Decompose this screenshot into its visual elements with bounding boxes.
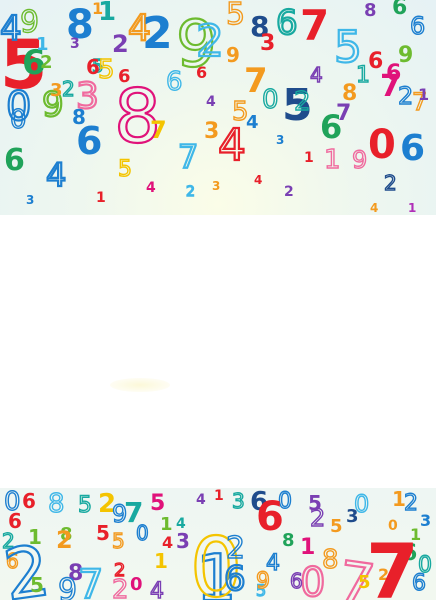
decorative-digit: 1 <box>96 190 106 206</box>
decorative-digit: 2 <box>398 82 413 110</box>
decorative-digit: 4 <box>218 120 246 171</box>
decorative-digit: 1 <box>160 514 173 535</box>
decorative-digit: 4 <box>0 9 22 49</box>
blank-content-area <box>0 215 436 488</box>
decorative-digit: 0 <box>6 84 31 130</box>
decorative-digit: 7 <box>78 562 103 600</box>
decorative-digit: 0 <box>262 85 279 115</box>
decorative-digit: 4 <box>370 201 378 215</box>
numbers-pattern-top: 58 12 42 9 5 8 6 7 58 661935 6876 62 97345 816 97062 36… <box>0 0 429 215</box>
decorative-digit: 0 <box>368 122 396 168</box>
decorative-digit: 3 <box>26 193 34 207</box>
decorative-digit: 0 <box>418 553 432 578</box>
decorative-digit: 6 <box>224 559 246 599</box>
numbers-pattern-bottom: 0 6 8 5 297 5 4 1 3 6 0 5 0 1262 8 562182 5 0 147 201341026… <box>0 488 433 600</box>
decorative-digit: 1 <box>304 150 314 166</box>
light-glow <box>110 378 170 392</box>
decorative-digit: 1 <box>214 488 224 504</box>
decorative-digit: 7 <box>336 101 351 126</box>
decorative-digit: 8 <box>48 489 65 519</box>
decorative-digit: 4 <box>254 173 262 187</box>
decorative-digit: 5 <box>78 493 92 518</box>
decorative-digit: 6 <box>276 3 298 43</box>
decorative-digit: 4 <box>206 94 216 110</box>
decorative-digit: 2 <box>310 504 325 532</box>
decorative-digit: 2 <box>142 8 173 59</box>
decorative-digit: 3 <box>176 529 190 553</box>
decorative-digit: 4 <box>176 516 186 532</box>
decorative-digit: 2 <box>294 87 311 117</box>
decorative-digit: 5 <box>150 491 165 516</box>
decorative-digit: 0 <box>130 574 143 595</box>
decorative-digit: 2 <box>112 575 129 600</box>
decorative-digit: 5 <box>226 0 245 32</box>
decorative-digit: 6 <box>4 143 25 178</box>
decorative-digit: 3 <box>276 133 284 147</box>
decorative-digit: 9 <box>226 43 240 67</box>
decorative-digit: 3 <box>50 80 63 101</box>
decorative-digit: 7 <box>178 138 198 176</box>
decorative-digit: 2 <box>284 184 294 200</box>
decorative-digit: 9 <box>256 569 270 594</box>
numbers-banner-top: 5812429586758661935687662973458169706236… <box>0 0 436 215</box>
decorative-digit: 6 <box>386 61 401 86</box>
decorative-digit: 1 <box>28 525 42 549</box>
decorative-digit: 3 <box>260 31 275 56</box>
decorative-digit: 2 <box>404 491 418 516</box>
decorative-digit: 0 <box>300 560 325 600</box>
decorative-digit: 4 <box>146 180 156 196</box>
decorative-digit: 5 <box>118 157 132 182</box>
decorative-digit: 6 <box>410 12 425 40</box>
decorative-digit: 8 <box>282 530 295 551</box>
decorative-digit: 1 <box>418 85 429 104</box>
decorative-digit: 7 <box>150 116 167 144</box>
decorative-digit: 1 <box>92 0 103 18</box>
decorative-digit: 7 <box>300 1 329 50</box>
decorative-digit: 6 <box>86 55 100 79</box>
decorative-digit: 3 <box>232 489 245 513</box>
decorative-digit: 1 <box>408 201 416 215</box>
decorative-digit: 8 <box>364 0 377 21</box>
decorative-digit: 6 <box>166 67 183 97</box>
decorative-digit: 1 <box>154 549 168 573</box>
decorative-digit: 6 <box>256 494 284 540</box>
decorative-digit: 3 <box>420 511 431 530</box>
decorative-digit: 5 <box>30 573 44 597</box>
decorative-digit: 3 <box>70 36 80 52</box>
decorative-digit: 9 <box>58 573 77 600</box>
decorative-digit: 2 <box>384 171 397 195</box>
decorative-digit: 8 <box>72 105 86 129</box>
decorative-digit: 2 <box>56 526 73 554</box>
decorative-digit: 1 <box>324 145 341 175</box>
decorative-digit: 4 <box>150 579 164 600</box>
decorative-digit: 0 <box>136 521 149 545</box>
decorative-digit: 5 <box>98 55 115 85</box>
decorative-digit: 3 <box>212 179 220 193</box>
decorative-digit: 6 <box>400 128 425 169</box>
numbers-banner-bottom: 0685297541360501262856218250147201341026… <box>0 488 436 600</box>
decorative-digit: 9 <box>352 146 367 174</box>
decorative-digit: 2 <box>196 16 224 67</box>
decorative-digit: 2 <box>40 52 53 73</box>
decorative-digit: 5 <box>330 516 343 537</box>
decorative-digit: 6 <box>290 569 303 593</box>
decorative-digit: 1 <box>300 535 315 560</box>
decorative-digit: 3 <box>346 506 359 527</box>
decorative-digit: 2 <box>186 184 195 200</box>
decorative-digit: 2 <box>112 30 129 58</box>
decorative-digit: 6 <box>22 489 36 513</box>
decorative-digit: 3 <box>204 119 219 144</box>
decorative-digit: 6 <box>392 0 407 20</box>
decorative-digit: 2 <box>62 77 75 101</box>
decorative-digit: 5 <box>112 529 125 553</box>
decorative-digit: 4 <box>246 112 259 133</box>
decorative-digit: 5 <box>96 521 110 545</box>
decorative-digit: 4 <box>196 492 206 508</box>
decorative-digit: 4 <box>46 156 66 194</box>
decorative-digit: 7 <box>366 527 419 600</box>
